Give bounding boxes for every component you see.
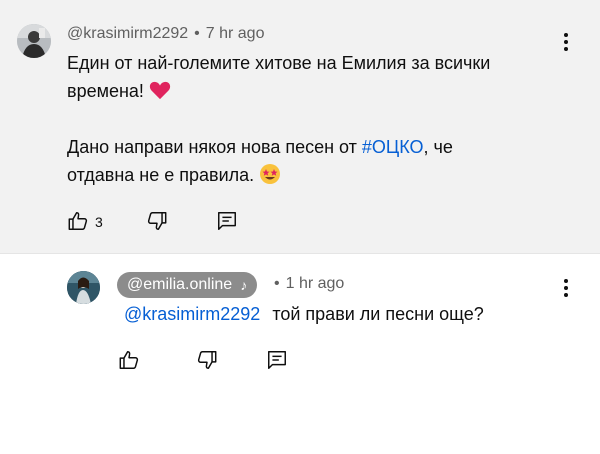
mention-link[interactable]: @krasimirm2292 [124,304,260,324]
like-icon[interactable] [118,349,140,371]
heart-emoji-icon [149,81,171,101]
reply-meta: • 1 hr ago [274,275,344,293]
comment-line-2: времена! [67,77,567,105]
like-count: 3 [95,214,103,230]
music-note-icon: ♪ [240,277,248,293]
reply-icon[interactable] [266,349,288,371]
hashtag-link[interactable]: #ОЦКО [362,137,424,157]
like-icon[interactable] [67,210,89,232]
reply-icon[interactable] [216,210,238,232]
reply-time: 1 hr ago [285,275,345,292]
meta-separator: • [194,25,200,42]
comment-text: Един от най-големите хитове на Емилия за… [67,49,567,189]
comment-line-4: отдавна не е правила. [67,161,567,189]
comment-time: 7 hr ago [205,25,265,42]
comment-line-3: Дано направи някоя нова песен от #ОЦКО, … [67,137,453,157]
reply-author: @emilia.online [127,276,233,293]
reply-author-badge[interactable]: @emilia.online ♪ [117,272,258,298]
reply-text: @krasimirm2292 той прави ли песни още? [124,304,484,324]
comment-author[interactable]: @krasimirm2292 [67,25,188,42]
dislike-icon[interactable] [146,210,168,232]
comment-thread: @krasimirm2292 • 7 hr ago Един от най-голе… [0,0,600,254]
reply-avatar[interactable] [67,271,100,304]
comment-meta: @krasimirm2292 • 7 hr ago [67,25,264,43]
more-icon[interactable] [554,276,578,300]
star-struck-emoji-icon [259,164,281,185]
meta-separator: • [274,275,280,292]
comment-line-1: Един от най-големите хитове на Емилия за… [67,53,491,73]
commenter-avatar[interactable] [17,24,51,58]
dislike-icon[interactable] [196,349,218,371]
